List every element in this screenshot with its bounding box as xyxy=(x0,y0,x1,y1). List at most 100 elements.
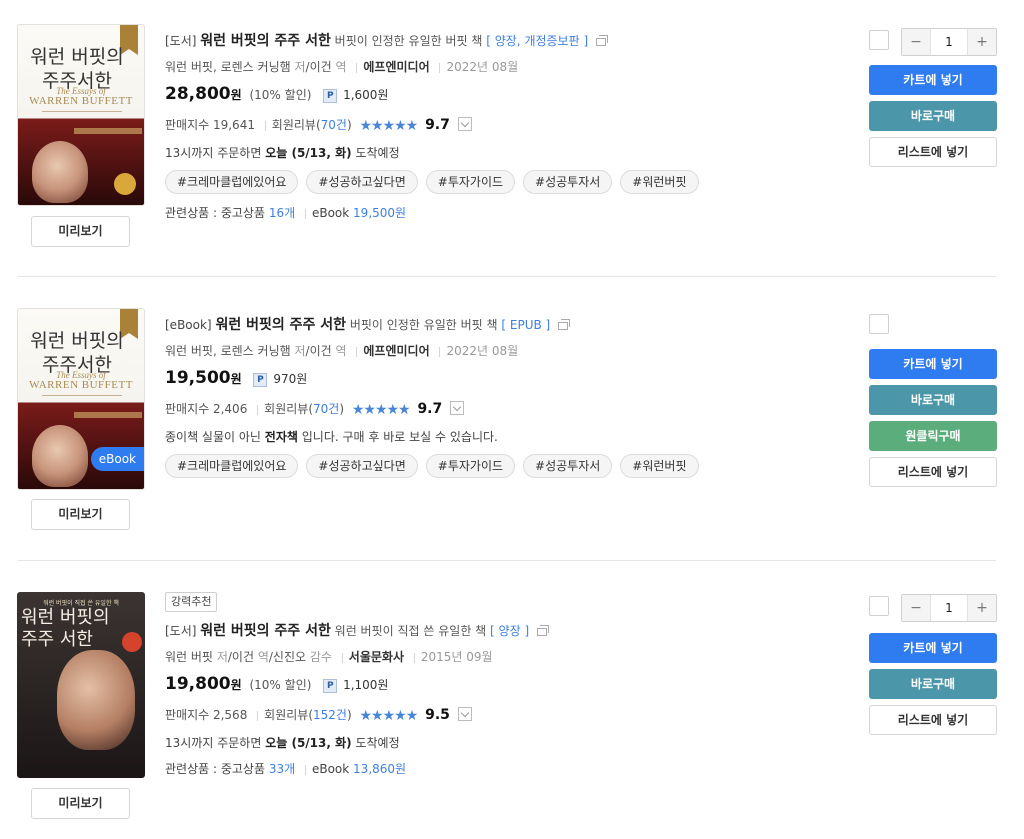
edition-link[interactable]: [ 양장 ] xyxy=(490,624,529,638)
sales-index: 판매지수 19,641 xyxy=(165,118,255,132)
price-line: 19,500원 P 970원 xyxy=(165,368,307,388)
publisher-link[interactable]: 에프엔미디어 xyxy=(363,344,429,358)
tag-list: #크레마클럽에있어요 #성공하고싶다면 #투자가이드 #성공투자서 #워런버핏 xyxy=(165,454,699,478)
star-rating-icon: ★★★★★ xyxy=(359,118,418,134)
tag-chip[interactable]: #성공투자서 xyxy=(523,170,613,194)
select-checkbox[interactable] xyxy=(869,314,889,334)
translator-link[interactable]: /이건 xyxy=(228,650,254,664)
title-line: [도서] 워런 버핏의 주주 서한 버핏이 인정한 유일한 버핏 책 [ 양장,… xyxy=(165,30,608,50)
delivery-date: 오늘 (5/13, 화) xyxy=(265,736,352,750)
ebook-price-link[interactable]: 13,860원 xyxy=(353,762,406,776)
review-count-link[interactable]: 70건 xyxy=(313,402,339,416)
book-title-link[interactable]: 워런 버핏의 주주 서한 xyxy=(215,317,346,333)
select-checkbox[interactable] xyxy=(869,596,889,616)
publisher-link[interactable]: 서울문화사 xyxy=(349,650,404,664)
used-count-link[interactable]: 33개 xyxy=(269,762,295,776)
add-to-cart-button[interactable]: 카트에 넣기 xyxy=(869,633,997,663)
qty-plus-button[interactable]: + xyxy=(968,29,996,55)
book-cover-1[interactable]: 워런 버핏의 주주서한 The Essays of WARREN BUFFETT xyxy=(17,24,145,206)
price-line: 28,800원 (10% 할인) P 1,600원 xyxy=(165,84,388,104)
author-role: 저 xyxy=(294,344,306,358)
recommend-badge: 강력추천 xyxy=(165,592,218,612)
preview-button[interactable]: 미리보기 xyxy=(31,216,130,247)
qty-plus-button[interactable]: + xyxy=(968,595,996,621)
external-link-icon[interactable] xyxy=(595,34,608,46)
cover-portrait xyxy=(57,650,135,750)
select-checkbox[interactable] xyxy=(869,30,889,50)
translator-link[interactable]: /이건 xyxy=(306,344,332,358)
ebook-price-link[interactable]: 19,500원 xyxy=(353,206,406,220)
add-to-cart-button[interactable]: 카트에 넣기 xyxy=(869,65,997,95)
notice-bold: 전자책 xyxy=(264,430,298,444)
edition-link[interactable]: [ EPUB ] xyxy=(501,318,550,332)
quantity-stepper: − 1 + xyxy=(901,594,997,622)
one-click-buy-button[interactable]: 원클릭구매 xyxy=(869,421,997,451)
tag-chip[interactable]: #성공투자서 xyxy=(523,454,613,478)
tag-chip[interactable]: #투자가이드 xyxy=(425,454,516,478)
points-value: 1,600원 xyxy=(343,88,389,102)
publish-date: 2015년 09월 xyxy=(420,650,493,664)
supervisor-role: 감수 xyxy=(309,650,332,664)
currency: 원 xyxy=(230,88,242,102)
meta-line: 워런 버핏 저/이건 역/신진오 감수 서울문화사 2015년 09월 xyxy=(165,648,493,665)
translator-link[interactable]: /이건 xyxy=(306,60,332,74)
book-cover-3[interactable]: 워런 버핏이 직접 쓴 유일한 책 워런 버핏의 주주 서한 xyxy=(17,592,145,778)
external-link-icon[interactable] xyxy=(536,624,549,636)
currency: 원 xyxy=(230,372,242,386)
external-link-icon[interactable] xyxy=(558,318,571,330)
publisher-link[interactable]: 에프엔미디어 xyxy=(363,60,429,74)
add-to-list-button[interactable]: 리스트에 넣기 xyxy=(869,705,997,735)
divider xyxy=(304,208,306,219)
cover-seal xyxy=(114,173,136,195)
preview-button[interactable]: 미리보기 xyxy=(31,499,130,530)
price-line: 19,800원 (10% 할인) P 1,100원 xyxy=(165,674,388,694)
add-to-list-button[interactable]: 리스트에 넣기 xyxy=(869,457,997,487)
related-line: 관련상품 : 중고상품 33개 eBook 13,860원 xyxy=(165,760,406,777)
currency: 원 xyxy=(230,678,242,692)
tag-chip[interactable]: #워런버핏 xyxy=(620,170,699,194)
book-cover-2[interactable]: 워런 버핏의 주주서한 The Essays of WARREN BUFFETT… xyxy=(17,308,145,490)
qty-input[interactable]: 1 xyxy=(930,29,968,55)
dropdown-arrow-icon[interactable] xyxy=(457,117,472,131)
author-link[interactable]: 워런 버핏, 로렌스 커닝햄 xyxy=(165,60,291,74)
used-count-link[interactable]: 16개 xyxy=(269,206,295,220)
publish-date: 2022년 08월 xyxy=(446,60,519,74)
supervisor-link[interactable]: /신진오 xyxy=(269,650,306,664)
meta-line: 워런 버핏, 로렌스 커닝햄 저/이건 역 에프엔미디어 2022년 08월 xyxy=(165,58,518,75)
buy-now-button[interactable]: 바로구매 xyxy=(869,101,997,131)
book-title-link[interactable]: 워런 버핏의 주주 서한 xyxy=(200,623,331,639)
author-link[interactable]: 워런 버핏 xyxy=(165,650,213,664)
preview-button[interactable]: 미리보기 xyxy=(31,788,130,819)
author-link[interactable]: 워런 버핏, 로렌스 커닝햄 xyxy=(165,344,291,358)
add-to-cart-button[interactable]: 카트에 넣기 xyxy=(869,349,997,379)
review-count-link[interactable]: 152건 xyxy=(313,708,347,722)
related-label: 관련상품 : 중고상품 xyxy=(165,762,265,776)
dropdown-arrow-icon[interactable] xyxy=(450,401,465,415)
sales-index: 판매지수 2,568 xyxy=(165,708,248,722)
edition-link[interactable]: [ 양장, 개정증보판 ] xyxy=(486,34,588,48)
notice-prefix: 종이책 실물이 아닌 xyxy=(165,430,261,444)
review-label: 회원리뷰( xyxy=(264,708,314,722)
dropdown-arrow-icon[interactable] xyxy=(457,707,472,721)
tag-chip[interactable]: #투자가이드 xyxy=(425,170,516,194)
divider xyxy=(18,560,996,561)
qty-minus-button[interactable]: − xyxy=(902,595,930,621)
qty-input[interactable]: 1 xyxy=(930,595,968,621)
tag-chip[interactable]: #워런버핏 xyxy=(620,454,699,478)
tag-chip[interactable]: #크레마클럽에있어요 xyxy=(165,454,299,478)
qty-minus-button[interactable]: − xyxy=(902,29,930,55)
translator-role: 역 xyxy=(335,60,347,74)
points-value: 970원 xyxy=(273,372,308,386)
publish-date: 2022년 08월 xyxy=(446,344,519,358)
add-to-list-button[interactable]: 리스트에 넣기 xyxy=(869,137,997,167)
tag-chip[interactable]: #성공하고싶다면 xyxy=(306,454,418,478)
tag-chip[interactable]: #성공하고싶다면 xyxy=(306,170,418,194)
divider xyxy=(257,710,259,721)
tag-chip[interactable]: #크레마클럽에있어요 xyxy=(165,170,299,194)
book-title-link[interactable]: 워런 버핏의 주주 서한 xyxy=(200,33,331,49)
review-count-link[interactable]: 70건 xyxy=(321,118,347,132)
review-label-end: ) xyxy=(339,402,345,416)
buy-now-button[interactable]: 바로구매 xyxy=(869,385,997,415)
star-rating-icon: ★★★★★ xyxy=(351,402,411,418)
buy-now-button[interactable]: 바로구매 xyxy=(869,669,997,699)
